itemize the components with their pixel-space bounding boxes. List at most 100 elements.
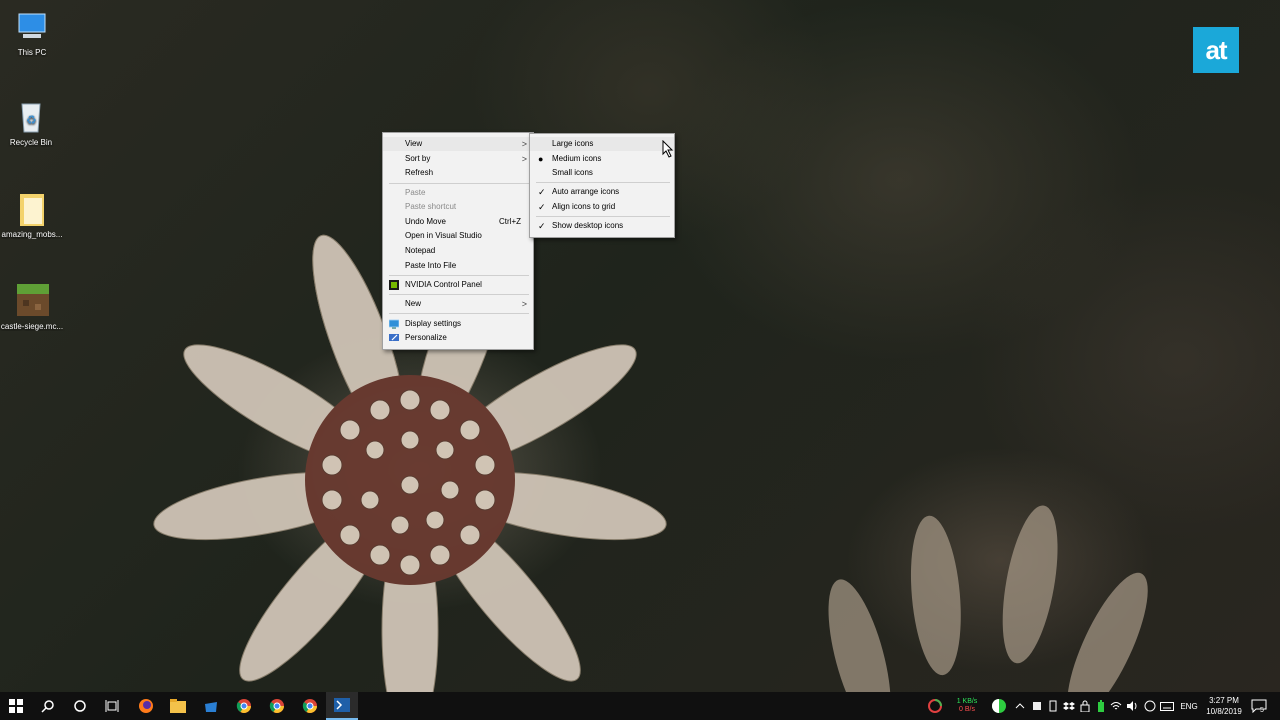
menu-item-label: Paste Into File <box>405 261 457 270</box>
file-explorer-icon[interactable] <box>162 692 194 720</box>
menu-separator <box>536 216 670 217</box>
desktop-icon-amazing-mobs[interactable]: amazing_mobs... <box>0 190 70 239</box>
menu-item-paste: Paste <box>383 186 533 200</box>
menu-item-paste-into-file[interactable]: Paste Into File <box>383 259 533 273</box>
folder-icon <box>15 190 49 226</box>
submenu-item-show-desktop-icons[interactable]: ✓ Show desktop icons <box>530 219 674 233</box>
usb-icon[interactable] <box>1046 692 1060 720</box>
menu-item-refresh[interactable]: Refresh <box>383 166 533 180</box>
submenu-item-small-icons[interactable]: Small icons <box>530 166 674 180</box>
nvidia-icon <box>389 280 399 290</box>
checkmark-icon: ✓ <box>538 221 546 231</box>
flower-illustration <box>153 234 1148 720</box>
chrome-icon[interactable] <box>228 692 260 720</box>
menu-item-label: Refresh <box>405 168 434 177</box>
checkmark-icon: ✓ <box>538 202 546 212</box>
chrome-icon[interactable] <box>294 692 326 720</box>
network-speed-meter[interactable]: 1 KB/s 0 B/s <box>950 692 984 720</box>
tray-app-icon[interactable] <box>1030 692 1044 720</box>
display-icon <box>388 319 400 329</box>
desktop-icon-label: amazing_mobs... <box>1 230 63 239</box>
menu-item-label: Notepad <box>405 246 436 255</box>
menu-item-new[interactable]: New > <box>383 297 533 311</box>
windows-start-icon[interactable] <box>0 692 32 720</box>
desktop-icon-recycle-bin[interactable]: ♻ Recycle Bin <box>0 98 69 147</box>
desktop-icon-label: castle-siege.mc... <box>0 322 64 331</box>
menu-separator <box>389 313 529 314</box>
desktop-icon-label: This PC <box>17 48 47 57</box>
mouse-cursor-icon <box>662 139 674 163</box>
submenu-item-large-icons[interactable]: Large icons <box>530 137 674 151</box>
taskbar: 1 KB/s 0 B/s ENG 3:27 PM 10/8/2019 5 <box>0 692 1280 720</box>
resource-monitor-icon[interactable] <box>924 692 946 720</box>
submenu-item-align-to-grid[interactable]: ✓ Align icons to grid <box>530 200 674 214</box>
personalize-icon <box>389 333 399 343</box>
wifi-icon[interactable] <box>1109 692 1123 720</box>
action-center-icon[interactable]: 5 <box>1248 692 1270 720</box>
pie-meter-icon[interactable] <box>988 692 1010 720</box>
menu-item-label: New <box>405 299 422 308</box>
volume-icon[interactable] <box>1124 692 1140 720</box>
upload-speed: 1 KB/s <box>956 698 978 705</box>
clock-time: 3:27 PM <box>1209 696 1239 705</box>
chevron-right-icon: > <box>521 299 527 309</box>
submenu-item-auto-arrange[interactable]: ✓ Auto arrange icons <box>530 185 674 199</box>
chevron-right-icon: > <box>521 154 527 164</box>
menu-item-notepad[interactable]: Notepad <box>383 244 533 258</box>
language-indicator[interactable]: ENG <box>1177 692 1201 720</box>
download-speed: 0 B/s <box>959 706 975 713</box>
menu-item-label: Sort by <box>405 154 431 163</box>
menu-item-label: Large icons <box>552 139 594 148</box>
computer-icon <box>15 8 49 44</box>
menu-item-label: Medium icons <box>552 154 602 163</box>
desktop-icon-castle-siege[interactable]: castle-siege.mc... <box>0 282 70 331</box>
menu-item-personalize[interactable]: Personalize <box>383 331 533 345</box>
menu-item-label: Open in Visual Studio <box>405 231 482 240</box>
menu-separator <box>389 275 529 276</box>
menu-item-label: Display settings <box>405 319 462 328</box>
radio-dot-icon: ● <box>538 154 544 164</box>
view-submenu: Large icons ● Medium icons Small icons ✓… <box>529 133 675 238</box>
menu-item-open-in-visual-studio[interactable]: Open in Visual Studio <box>383 229 533 243</box>
menu-item-label: NVIDIA Control Panel <box>405 280 482 289</box>
desktop-icon-this-pc[interactable]: This PC <box>0 8 70 57</box>
menu-item-shortcut: Ctrl+Z <box>499 217 521 226</box>
menu-separator <box>389 183 529 184</box>
menu-item-display-settings[interactable]: Display settings <box>383 317 533 331</box>
store-icon[interactable] <box>195 692 227 720</box>
search-icon[interactable] <box>32 692 64 720</box>
recycle-bin-icon: ♻ <box>14 98 48 134</box>
menu-item-paste-shortcut: Paste shortcut <box>383 200 533 214</box>
lock-icon[interactable] <box>1078 692 1092 720</box>
menu-item-label: Show desktop icons <box>552 221 624 230</box>
cortana-icon[interactable] <box>64 692 96 720</box>
menu-item-label: Paste shortcut <box>405 202 457 211</box>
minecraft-icon <box>15 282 49 318</box>
keyboard-icon[interactable] <box>1159 692 1175 720</box>
desktop-context-menu: View > Sort by > Refresh Paste Paste sho… <box>382 132 534 350</box>
clock[interactable]: 3:27 PM 10/8/2019 <box>1202 695 1246 717</box>
chevron-up-icon[interactable] <box>1012 692 1028 720</box>
menu-separator <box>389 294 529 295</box>
battery-icon[interactable] <box>1094 692 1108 720</box>
chrome-icon[interactable] <box>261 692 293 720</box>
powershell-icon[interactable] <box>326 692 358 720</box>
menu-item-label: Small icons <box>552 168 593 177</box>
chevron-right-icon: > <box>521 139 527 149</box>
task-view-icon[interactable] <box>96 692 128 720</box>
menu-item-undo-move[interactable]: Undo Move Ctrl+Z <box>383 215 533 229</box>
desktop-icon-label: Recycle Bin <box>9 138 53 147</box>
vpn-icon[interactable] <box>1142 692 1158 720</box>
menu-item-label: Auto arrange icons <box>552 187 620 196</box>
menu-item-sort-by[interactable]: Sort by > <box>383 152 533 166</box>
submenu-item-medium-icons[interactable]: ● Medium icons <box>530 152 674 166</box>
menu-item-label: Align icons to grid <box>552 202 616 211</box>
menu-item-label: Paste <box>405 188 426 197</box>
dropbox-icon[interactable] <box>1062 692 1076 720</box>
desktop-wallpaper <box>0 0 1280 720</box>
menu-item-nvidia-control-panel[interactable]: NVIDIA Control Panel <box>383 278 533 292</box>
clock-date: 10/8/2019 <box>1206 707 1242 716</box>
firefox-icon[interactable] <box>130 692 162 720</box>
menu-item-view[interactable]: View > <box>383 137 533 151</box>
checkmark-icon: ✓ <box>538 187 546 197</box>
